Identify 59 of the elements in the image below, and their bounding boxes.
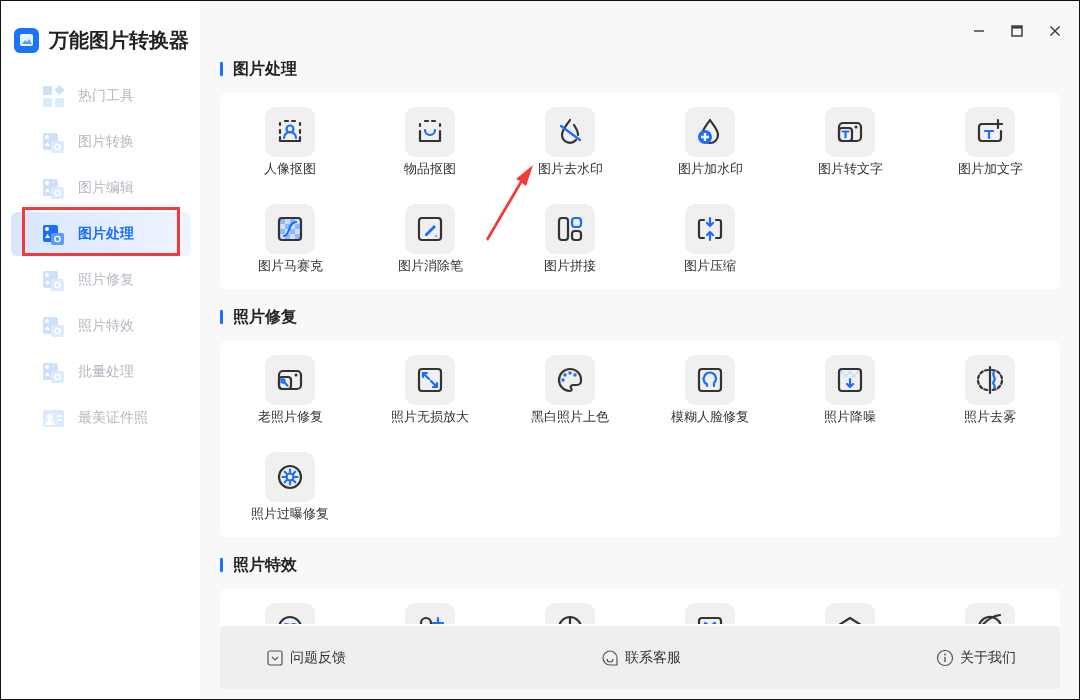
image-repair-icon bbox=[42, 268, 65, 292]
image-edit-icon bbox=[42, 176, 65, 200]
tool-tile[interactable] bbox=[965, 107, 1015, 157]
footer-link[interactable]: 联系客服 bbox=[601, 648, 681, 667]
footer-link[interactable]: 关于我们 bbox=[936, 648, 1016, 667]
tool-tile[interactable] bbox=[825, 107, 875, 157]
image-star-icon bbox=[42, 314, 65, 338]
tool-tile[interactable] bbox=[965, 603, 1015, 624]
tool-label[interactable]: 图片压缩 bbox=[684, 257, 736, 275]
app-logo-icon bbox=[14, 27, 39, 53]
tool-tile[interactable] bbox=[265, 603, 315, 624]
tool-label[interactable]: 物品抠图 bbox=[404, 160, 456, 178]
image-gear-icon bbox=[42, 222, 65, 246]
tool-tile[interactable] bbox=[265, 107, 315, 157]
tool-tile[interactable] bbox=[545, 204, 595, 254]
tool-label[interactable]: 图片去水印 bbox=[537, 160, 603, 178]
tool-tile[interactable] bbox=[545, 603, 595, 624]
tool-label[interactable]: 黑白照片上色 bbox=[531, 408, 609, 426]
app-title: 万能图片转换器 bbox=[49, 27, 189, 53]
tool-label[interactable]: 照片过曝修复 bbox=[251, 505, 329, 523]
tool-tile[interactable] bbox=[685, 355, 735, 405]
tool-tile[interactable] bbox=[685, 603, 735, 624]
section-title: 照片修复 bbox=[233, 306, 297, 327]
tool-label[interactable]: 图片加水印 bbox=[677, 160, 743, 178]
tool-tile[interactable] bbox=[545, 355, 595, 405]
tool-tile[interactable] bbox=[965, 355, 1015, 405]
tool-tile[interactable] bbox=[265, 355, 315, 405]
tool-label[interactable]: 照片无损放大 bbox=[391, 408, 469, 426]
tool-label[interactable]: 老照片修复 bbox=[257, 408, 323, 426]
tool-tile[interactable] bbox=[405, 107, 455, 157]
tool-tile[interactable] bbox=[405, 355, 455, 405]
tool-label[interactable]: 模糊人脸修复 bbox=[671, 408, 749, 426]
image-stack-icon bbox=[42, 360, 65, 384]
dehaze-icon bbox=[974, 364, 1006, 396]
tool-tile[interactable] bbox=[405, 204, 455, 254]
tool-tile[interactable] bbox=[265, 204, 315, 254]
footer-link[interactable]: 问题反馈 bbox=[266, 648, 346, 667]
tool-tile[interactable] bbox=[825, 355, 875, 405]
info-icon bbox=[936, 648, 954, 667]
tool-label[interactable]: 人像抠图 bbox=[264, 160, 316, 178]
tool-label[interactable]: 照片降噪 bbox=[824, 408, 876, 426]
tool-label[interactable]: 图片拼接 bbox=[544, 257, 596, 275]
tool-label[interactable]: 图片消除笔 bbox=[397, 257, 463, 275]
tool-label[interactable]: 照片去雾 bbox=[964, 408, 1016, 426]
tool-label[interactable]: 图片加文字 bbox=[957, 160, 1023, 178]
section-title: 照片特效 bbox=[233, 554, 297, 575]
tool-tile[interactable] bbox=[265, 452, 315, 502]
tool-tile[interactable] bbox=[405, 603, 455, 624]
tool-tile[interactable] bbox=[545, 107, 595, 157]
tool-tile[interactable] bbox=[685, 204, 735, 254]
image-sync-icon bbox=[42, 130, 65, 154]
section-title: 图片处理 bbox=[233, 58, 297, 79]
chat-bubble-icon bbox=[601, 648, 619, 667]
tool-tile[interactable] bbox=[685, 107, 735, 157]
tool-tile[interactable] bbox=[825, 603, 875, 624]
feedback-icon bbox=[266, 648, 284, 667]
tool-label[interactable]: 图片转文字 bbox=[817, 160, 883, 178]
tool-label[interactable]: 图片马赛克 bbox=[257, 257, 323, 275]
grid-icon bbox=[42, 84, 65, 108]
